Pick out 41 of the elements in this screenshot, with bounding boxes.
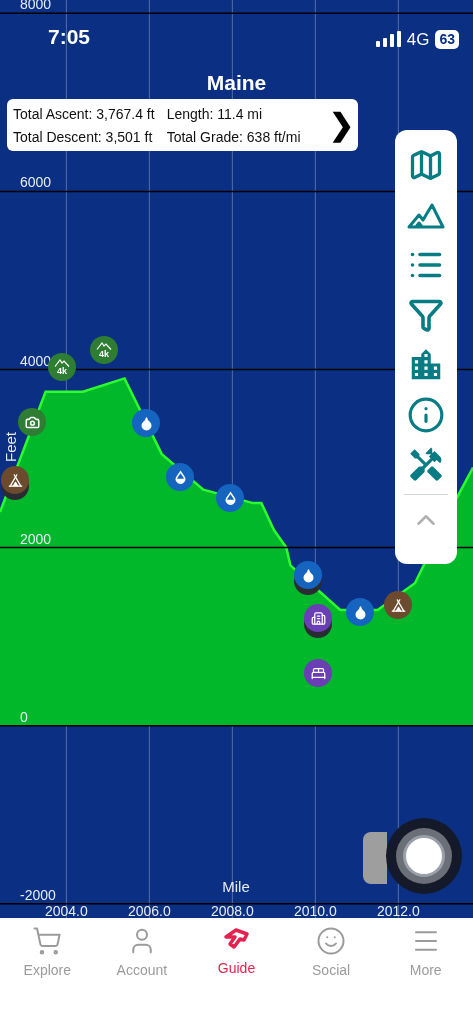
camera-marker-icon[interactable] <box>18 408 46 436</box>
y-axis-tick-label: -2000 <box>20 886 56 903</box>
tab-bar-item[interactable]: Account <box>94 926 190 986</box>
peak-marker[interactable]: 4k <box>90 336 118 364</box>
tent-marker-icon[interactable] <box>384 591 412 619</box>
peak-label: 4k <box>99 349 109 359</box>
tab-bar-item[interactable]: Explore <box>0 926 95 986</box>
tab-bar-item[interactable]: Guide <box>189 926 284 986</box>
cart-icon <box>32 926 63 956</box>
status-time: 7:05 <box>48 23 91 50</box>
droplet-marker-icon[interactable] <box>346 598 374 626</box>
half-droplet-marker-icon[interactable] <box>216 484 244 512</box>
y-axis-tick-label: 2000 <box>20 530 52 547</box>
x-axis-tick-label: 2008.0 <box>210 903 254 918</box>
route-title: Maine <box>205 70 268 96</box>
mountain-icon <box>96 341 112 350</box>
x-axis-tick-label: 2010.0 <box>293 903 337 918</box>
y-axis-tick-label: 8000 <box>20 0 52 13</box>
y-axis-tick-label: 6000 <box>20 174 52 191</box>
side-tab[interactable] <box>363 832 387 884</box>
tent-marker-icon[interactable] <box>1 466 29 494</box>
droplet-marker-icon[interactable] <box>132 409 160 437</box>
total-grade: Total Grade: 638 ft/mi <box>166 127 301 146</box>
smile-icon <box>316 926 347 956</box>
y-axis-tick-label: 0 <box>20 708 28 725</box>
x-axis-tick-label: 2012.0 <box>376 903 420 918</box>
tab-bar-item[interactable]: Social <box>283 926 379 986</box>
total-descent: Total Descent: 3,501 ft <box>13 127 154 146</box>
route-length: Length: 11.4 mi <box>166 104 264 123</box>
tab-bar-item[interactable]: More <box>378 926 473 986</box>
x-axis-title: Mile <box>222 878 250 895</box>
droplet-marker-icon[interactable] <box>294 561 322 589</box>
network-label: 4G <box>406 28 430 51</box>
battery-indicator: 63 <box>435 29 459 49</box>
total-ascent: Total Ascent: 3,767.4 ft <box>13 104 155 123</box>
mountain-icon <box>54 358 70 367</box>
x-axis-tick-label: 2004.0 <box>44 903 88 918</box>
x-axis-tick-label: 2006.0 <box>127 903 171 918</box>
signal-icon <box>375 31 401 48</box>
y-axis-title: Feet <box>2 432 19 462</box>
peak-label: 4k <box>57 366 67 376</box>
